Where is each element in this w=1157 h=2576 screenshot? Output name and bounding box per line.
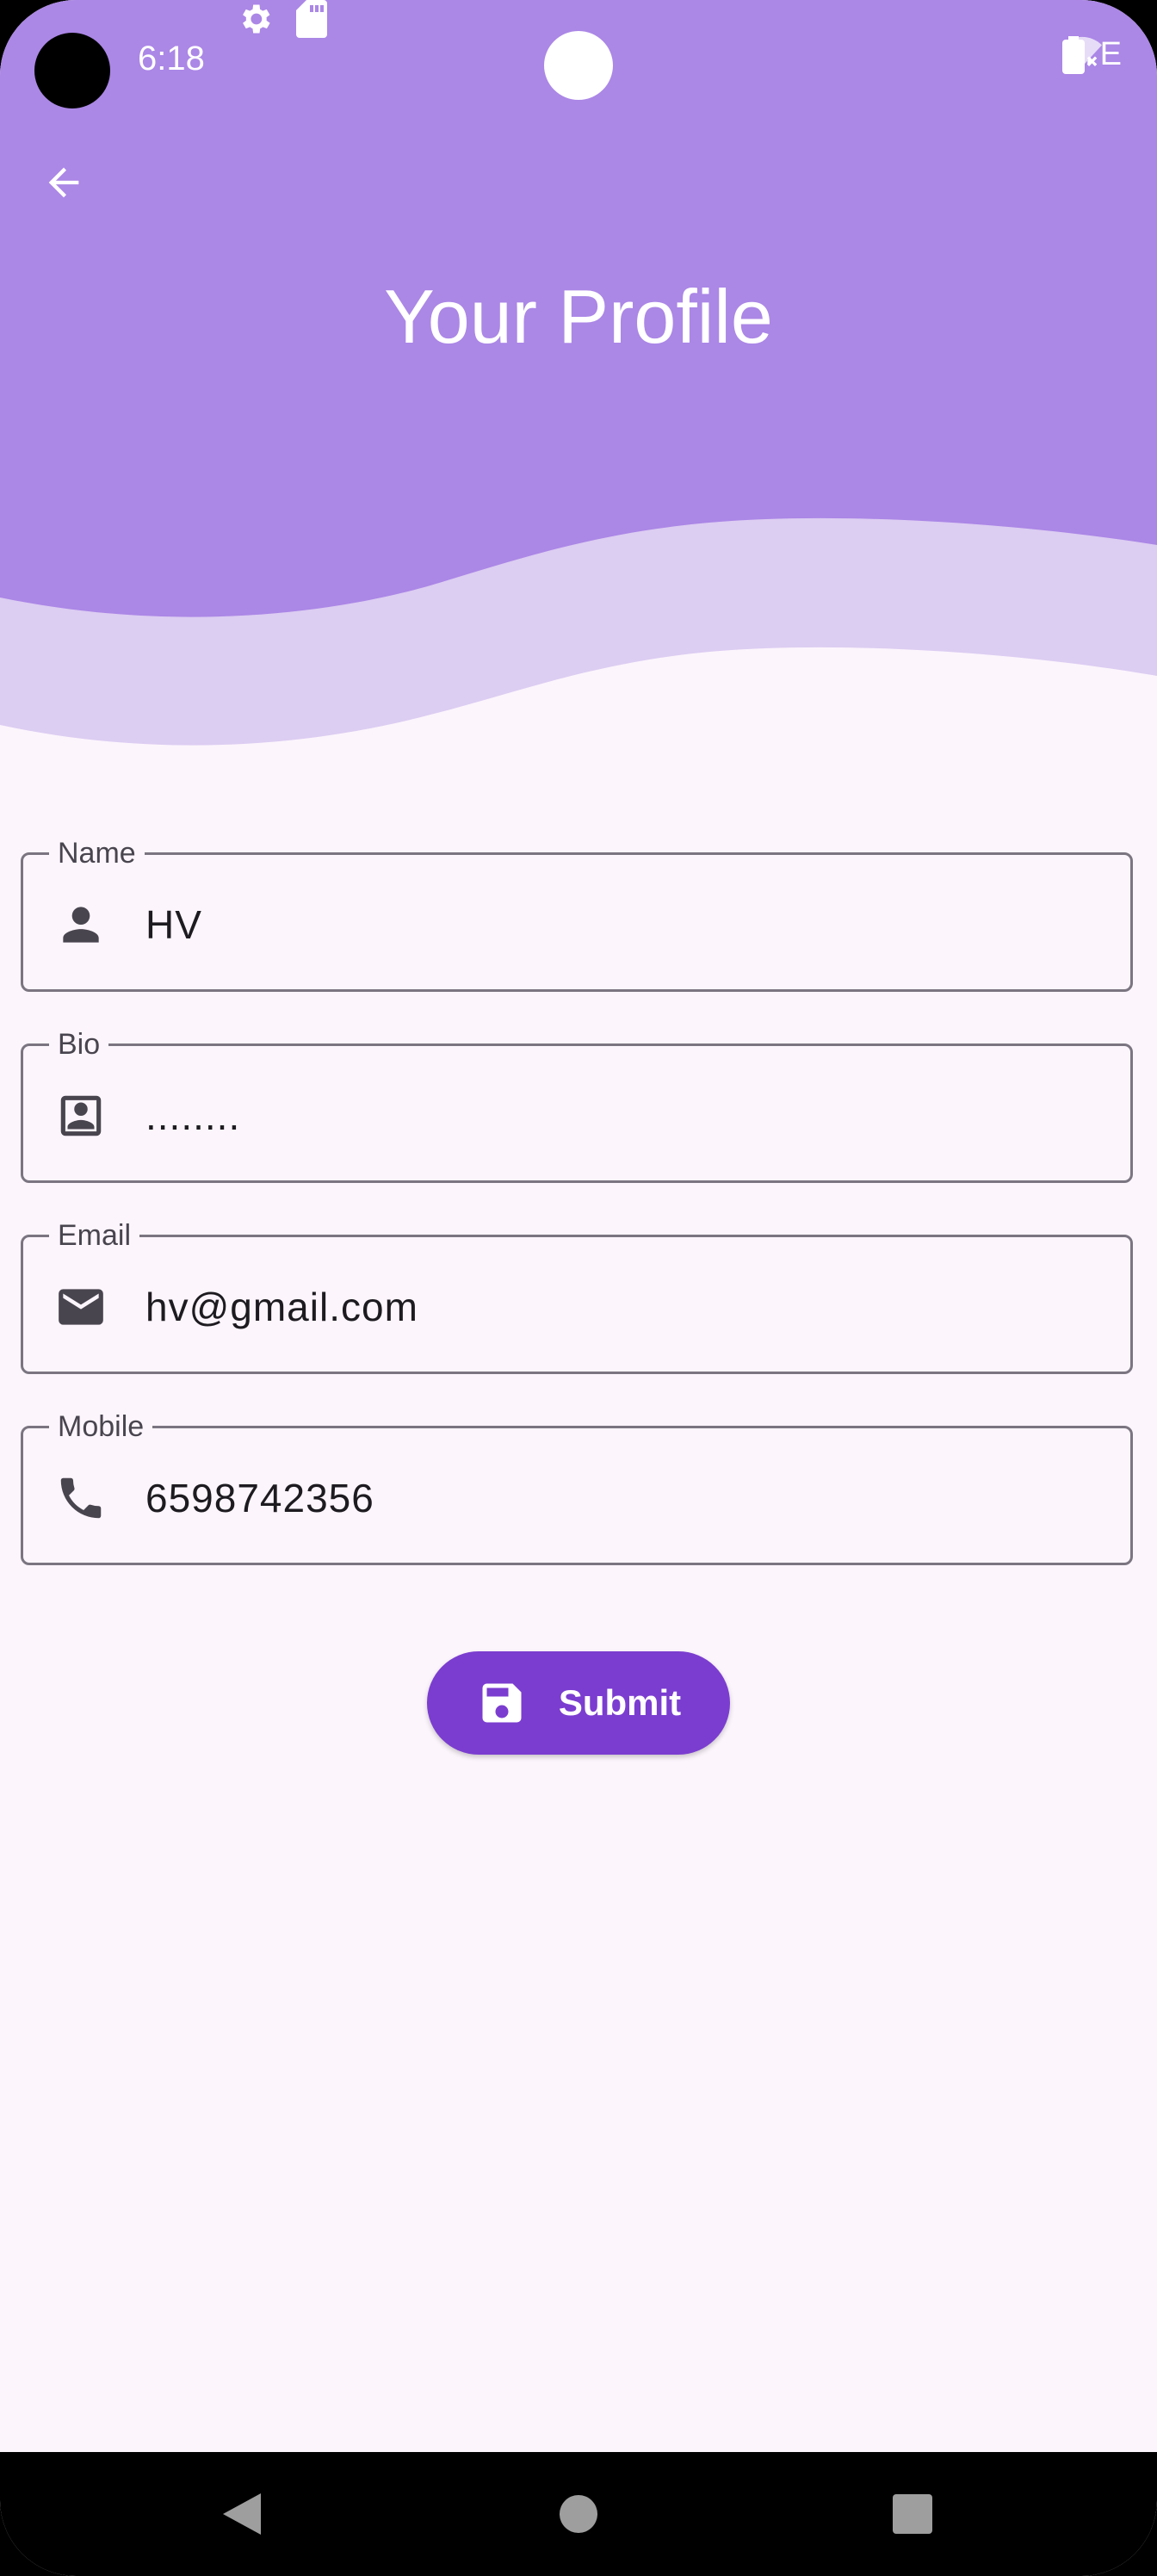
nav-home-circle-icon bbox=[560, 2495, 597, 2533]
nav-back-triangle-icon bbox=[223, 2493, 261, 2535]
bio-input[interactable]: ........ bbox=[145, 1089, 240, 1142]
app-screen: 6:18 LTE Your Profile Nam bbox=[0, 0, 1157, 2576]
submit-button[interactable]: Submit bbox=[427, 1651, 730, 1755]
mobile-field-label: Mobile bbox=[49, 1409, 153, 1444]
header-wave-background bbox=[0, 0, 1157, 746]
arrow-back-icon bbox=[48, 167, 79, 198]
mobile-input[interactable]: 6598742356 bbox=[145, 1471, 374, 1525]
nav-back-button[interactable] bbox=[172, 2452, 310, 2576]
name-input[interactable]: HV bbox=[145, 898, 202, 951]
contact-card-icon bbox=[60, 1095, 102, 1136]
status-time: 6:18 bbox=[138, 40, 205, 77]
back-button[interactable] bbox=[41, 160, 103, 222]
settings-gear-icon bbox=[243, 4, 270, 34]
mail-icon bbox=[59, 1289, 103, 1325]
sd-card-icon bbox=[296, 0, 327, 38]
email-input[interactable]: hv@gmail.com bbox=[145, 1280, 418, 1334]
phone-icon bbox=[60, 1477, 102, 1519]
email-field[interactable]: Email hv@gmail.com bbox=[21, 1218, 1133, 1374]
bio-field[interactable]: Bio ........ bbox=[21, 1027, 1133, 1183]
submit-label: Submit bbox=[558, 1682, 682, 1723]
system-navigation-bar bbox=[0, 2452, 1157, 2576]
battery-icon bbox=[1062, 36, 1086, 74]
name-field[interactable]: Name HV bbox=[21, 836, 1133, 992]
front-camera bbox=[34, 33, 110, 108]
save-icon bbox=[482, 1683, 522, 1723]
status-dot bbox=[544, 31, 613, 100]
nav-recents-button[interactable] bbox=[844, 2452, 981, 2576]
status-right-group: LTE bbox=[1062, 36, 1123, 74]
person-icon bbox=[63, 907, 99, 943]
email-field-label: Email bbox=[49, 1218, 140, 1253]
name-field-label: Name bbox=[49, 836, 145, 870]
profile-header: 6:18 LTE Your Profile bbox=[0, 0, 1157, 758]
page-title: Your Profile bbox=[384, 274, 773, 359]
nav-recents-square-icon bbox=[893, 2494, 932, 2534]
bio-field-label: Bio bbox=[49, 1027, 109, 1062]
mobile-field[interactable]: Mobile 6598742356 bbox=[21, 1409, 1133, 1565]
nav-home-button[interactable] bbox=[510, 2452, 647, 2576]
